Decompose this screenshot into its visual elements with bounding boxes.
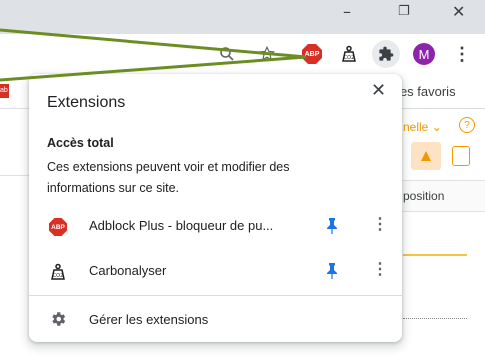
avatar: M: [413, 43, 435, 65]
divider: [29, 295, 402, 296]
adblock-toolbar-icon[interactable]: ABP: [299, 41, 325, 67]
profile-avatar-button[interactable]: M: [411, 41, 437, 67]
extension-name: Carbonalyser: [89, 263, 167, 278]
column-header-label: position: [403, 189, 445, 203]
adblock-badge: ABP: [302, 44, 322, 64]
browser-menu-button[interactable]: ⋮: [449, 41, 475, 67]
help-icon[interactable]: ?: [459, 117, 475, 133]
extensions-popup: Extensions ✕ Accès total Ces extensions …: [29, 74, 402, 342]
window-titlebar: – ❐ ✕: [0, 0, 485, 34]
divider: [403, 318, 467, 319]
extension-item-adblock-plus[interactable]: ABP Adblock Plus - bloqueur de pu... ⋮: [29, 210, 402, 242]
manage-extensions-link[interactable]: Gérer les extensions: [89, 312, 208, 327]
close-window-button[interactable]: ✕: [452, 2, 465, 21]
divider: [0, 175, 30, 176]
adblock-plus-icon: ABP: [47, 216, 69, 238]
table-column-header: position: [403, 180, 485, 212]
zoom-icon[interactable]: [214, 41, 240, 67]
svg-text:CO2: CO2: [53, 273, 64, 279]
highlighter-icon: [421, 151, 431, 161]
page-square-button[interactable]: [452, 146, 470, 166]
pin-icon[interactable]: [325, 217, 339, 235]
highlight-tool-button[interactable]: [411, 142, 441, 170]
extensions-puzzle-button[interactable]: [372, 40, 400, 68]
section-description: Ces extensions peuvent voir et modifier …: [47, 160, 290, 195]
minimize-button[interactable]: –: [343, 2, 351, 21]
more-options-button[interactable]: ⋮: [372, 214, 388, 234]
puzzle-icon: [379, 46, 394, 61]
section-title: Accès total: [47, 136, 114, 150]
restore-button[interactable]: ❐: [398, 4, 410, 19]
close-popup-button[interactable]: ✕: [371, 80, 386, 101]
page-dropdown-link[interactable]: nelle ⌄: [403, 120, 442, 134]
carbonalyser-icon: CO2: [47, 261, 69, 283]
extension-name: Adblock Plus - bloqueur de pu...: [89, 218, 274, 233]
pin-icon[interactable]: [325, 262, 339, 280]
extension-item-carbonalyser[interactable]: CO2 Carbonalyser ⋮: [29, 255, 402, 287]
divider: [403, 254, 467, 256]
page-left-panel: [0, 108, 30, 357]
popup-title: Extensions: [47, 94, 126, 111]
gear-icon: [52, 312, 66, 326]
star-icon[interactable]: [254, 41, 280, 67]
bookmark-favicon[interactable]: ab: [0, 84, 9, 98]
carbonalyser-toolbar-icon[interactable]: CO2: [336, 41, 362, 67]
svg-text:CO2: CO2: [344, 55, 355, 61]
more-options-button[interactable]: ⋮: [372, 259, 388, 279]
